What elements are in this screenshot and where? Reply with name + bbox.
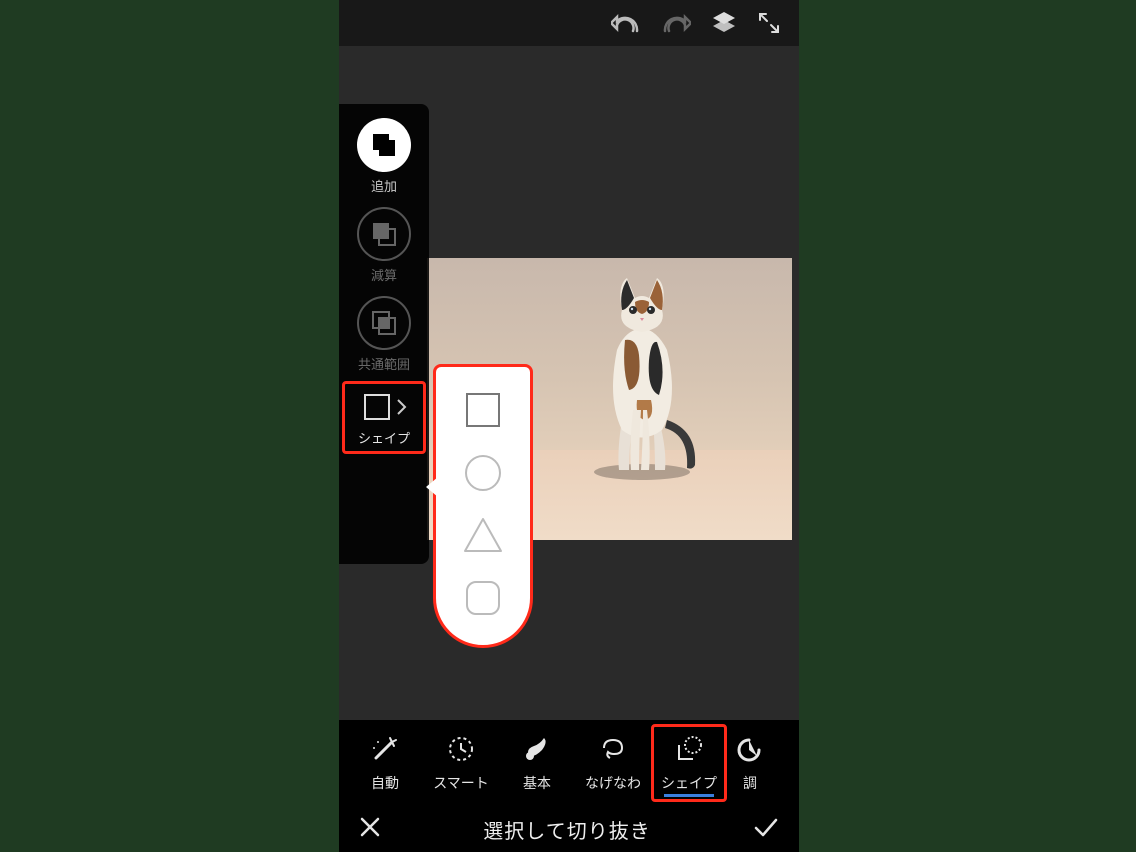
tool-basic-label: 基本 xyxy=(523,773,551,793)
bottom-bar: 選択して切り抜き xyxy=(339,806,799,852)
bottom-tool-strip: 自動 スマート 基本 なげなわ シェイプ xyxy=(339,720,799,806)
tool-smart[interactable]: スマート xyxy=(423,724,499,802)
undo-icon[interactable] xyxy=(611,11,641,35)
side-tool-intersect-label: 共通範囲 xyxy=(358,354,410,373)
side-tool-shape-label: シェイプ xyxy=(358,428,410,447)
tool-auto[interactable]: 自動 xyxy=(347,724,423,802)
side-tool-shape[interactable]: シェイプ xyxy=(342,381,426,454)
tool-adjust-label: 調 xyxy=(743,773,757,793)
wand-icon xyxy=(370,734,400,767)
chevron-right-icon xyxy=(396,398,408,416)
side-tool-subtract[interactable]: 減算 xyxy=(339,203,429,288)
shape-option-rounded-square[interactable] xyxy=(460,575,506,621)
side-tool-subtract-label: 減算 xyxy=(371,265,397,284)
phone-frame: 追加 減算 共通範囲 xyxy=(339,0,799,852)
adjust-icon xyxy=(735,734,765,767)
tool-auto-label: 自動 xyxy=(371,773,399,793)
brush-icon xyxy=(522,734,552,767)
cat-subject xyxy=(567,270,717,480)
tool-lasso-label: なげなわ xyxy=(585,773,641,793)
layers-icon[interactable] xyxy=(711,10,737,36)
check-icon xyxy=(753,816,779,838)
tool-shape[interactable]: シェイプ xyxy=(651,724,727,802)
footer-title: 選択して切り抜き xyxy=(381,815,753,844)
lasso-icon xyxy=(598,734,628,767)
cancel-button[interactable] xyxy=(359,816,381,843)
confirm-button[interactable] xyxy=(753,816,779,843)
popup-pointer-icon xyxy=(426,477,438,502)
tool-smart-label: スマート xyxy=(433,773,489,793)
fullscreen-icon[interactable] xyxy=(757,11,781,35)
subtract-icon xyxy=(357,207,411,261)
side-tool-add[interactable]: 追加 xyxy=(339,114,429,199)
shape-option-triangle[interactable] xyxy=(460,512,506,558)
shape-option-circle[interactable] xyxy=(460,450,506,496)
side-tool-intersect[interactable]: 共通範囲 xyxy=(339,292,429,377)
close-icon xyxy=(359,816,381,838)
shape-popup xyxy=(433,364,533,648)
tool-basic[interactable]: 基本 xyxy=(499,724,575,802)
shape-select-icon xyxy=(674,734,704,767)
redo-icon[interactable] xyxy=(661,11,691,35)
shape-option-square[interactable] xyxy=(460,387,506,433)
tool-adjust[interactable]: 調 xyxy=(727,724,773,802)
intersect-icon xyxy=(357,296,411,350)
tool-shape-label: シェイプ xyxy=(661,773,717,793)
tool-lasso[interactable]: なげなわ xyxy=(575,724,651,802)
side-tool-add-label: 追加 xyxy=(371,176,397,195)
add-icon xyxy=(357,118,411,172)
shape-icon xyxy=(360,390,394,424)
top-toolbar xyxy=(339,0,799,46)
smart-select-icon xyxy=(446,734,476,767)
side-tool-panel: 追加 減算 共通範囲 xyxy=(339,104,429,564)
